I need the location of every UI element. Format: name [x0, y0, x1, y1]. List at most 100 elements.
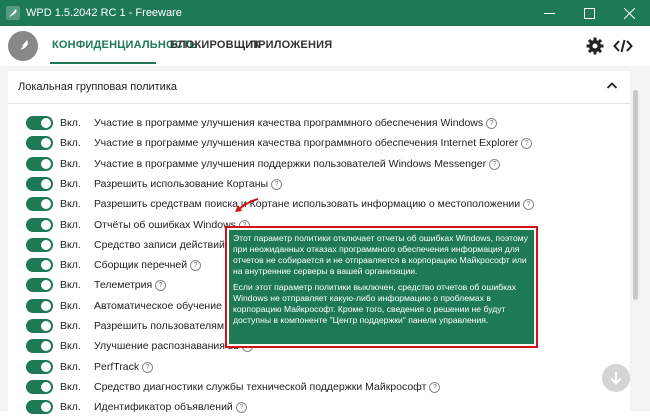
policy-toggle[interactable] — [26, 258, 53, 273]
help-circle-icon[interactable]: ? — [489, 158, 501, 170]
policy-label-text: Участие в программе улучшения поддержки … — [94, 157, 487, 170]
help-circle-icon[interactable]: ? — [271, 178, 283, 190]
toggle-state-label: Вкл. — [60, 360, 81, 373]
tooltip-body: Этот параметр политики отключает отчеты … — [229, 230, 534, 344]
active-tab-indicator — [50, 62, 156, 64]
policy-toggle[interactable] — [26, 136, 53, 151]
toggle-state-label: Вкл. — [60, 340, 81, 353]
tooltip-paragraph-2: Если этот параметр политики выключен, ср… — [233, 282, 517, 325]
maximize-button[interactable] — [570, 0, 610, 26]
policy-label: Идентификатор объявлений? — [94, 401, 247, 414]
policy-label-text: Средство записи действий — [94, 238, 225, 251]
policy-row: Вкл. Разрешить использование Кортаны? — [8, 175, 630, 195]
minimize-icon — [544, 13, 555, 14]
policy-label-text: Разрешить использование Кортаны — [94, 177, 269, 190]
policy-row: Вкл. Участие в программе улучшения качест… — [8, 134, 630, 154]
toggle-state-label: Вкл. — [60, 177, 81, 190]
toggle-state-label: Вкл. — [60, 157, 81, 170]
policy-toggle[interactable] — [26, 359, 53, 374]
policy-toggle[interactable] — [26, 217, 53, 232]
policy-label: Разрешить средствам поиска и Кортане исп… — [94, 198, 535, 211]
minimize-button[interactable] — [530, 0, 570, 26]
policy-label: Участие в программе улучшения качества п… — [94, 117, 498, 129]
policy-label: Разрешить использование Кортаны? — [94, 177, 283, 190]
policy-label-text: Идентификатор объявлений — [94, 401, 233, 414]
toggle-state-label: Вкл. — [60, 238, 81, 251]
toggle-state-label: Вкл. — [60, 279, 81, 292]
policy-row: Вкл. PerfTrack? — [8, 358, 630, 378]
section-title: Локальная групповая политика — [18, 81, 178, 93]
policy-row: Вкл. Разрешить средствам поиска и Кортане… — [8, 195, 630, 215]
section-header[interactable]: Локальная групповая политика — [8, 71, 630, 104]
policy-row: Вкл. Участие в программе улучшения поддер… — [8, 155, 630, 175]
policy-label: Средство записи действий? — [94, 239, 239, 251]
policy-toggle[interactable] — [26, 116, 53, 130]
policy-label-text: Телеметрия — [94, 279, 153, 292]
policy-toggle[interactable] — [26, 298, 53, 313]
help-circle-icon[interactable]: ? — [523, 199, 535, 211]
policy-toggle[interactable] — [26, 176, 53, 191]
maximize-icon — [584, 8, 595, 19]
toggle-state-label: Вкл. — [60, 218, 81, 231]
policy-row: Вкл. Идентификатор объявлений? — [8, 398, 630, 418]
help-tooltip: Этот параметр политики отключает отчеты … — [225, 226, 538, 348]
help-circle-icon[interactable]: ? — [190, 260, 202, 272]
policy-row: Вкл. Участие в программе улучшения качест… — [8, 114, 630, 134]
policy-label-text: Средство диагностики службы технической … — [94, 380, 427, 393]
toggle-state-label: Вкл. — [60, 198, 81, 211]
policy-row: Вкл. Средство диагностики службы техничес… — [8, 378, 630, 398]
chevron-up-icon[interactable] — [606, 80, 618, 92]
policy-label: Участие в программе улучшения качества п… — [94, 137, 533, 150]
policy-label-text: Разрешить средствам поиска и Кортане исп… — [94, 198, 521, 211]
feather-app-icon — [6, 6, 20, 20]
policy-label-text: Улучшение распознавания вв — [94, 340, 240, 353]
arrow-down-icon — [610, 372, 622, 385]
policy-label: Сборщик перечней? — [94, 259, 202, 272]
help-circle-icon[interactable]: ? — [155, 280, 167, 292]
policy-toggle[interactable] — [26, 156, 53, 171]
help-circle-icon[interactable]: ? — [429, 381, 441, 393]
gear-icon[interactable] — [585, 36, 605, 56]
policy-toggle[interactable] — [26, 237, 53, 252]
policy-label-text: Отчёты об ошибках Windows — [94, 218, 236, 231]
toggle-state-label: Вкл. — [60, 401, 81, 414]
feather-logo-icon — [8, 31, 38, 61]
tab-apps[interactable]: ПРИЛОЖЕНИЯ — [250, 39, 332, 51]
toggle-state-label: Вкл. — [60, 320, 81, 332]
policy-label: Телеметрия? — [94, 279, 167, 292]
close-icon — [624, 8, 635, 19]
close-button[interactable] — [610, 0, 650, 26]
policy-label: Средство диагностики службы технической … — [94, 380, 441, 393]
policy-label-text: PerfTrack — [94, 360, 140, 373]
policy-toggle[interactable] — [26, 379, 53, 394]
policy-label: PerfTrack? — [94, 360, 154, 373]
policy-toggle[interactable] — [26, 278, 53, 293]
policy-toggle[interactable] — [26, 339, 53, 354]
toggle-state-label: Вкл. — [60, 117, 81, 129]
policy-label-text: Разрешить пользователям вкл — [94, 320, 244, 332]
policy-label-text: Сборщик перечней — [94, 259, 188, 272]
toggle-state-label: Вкл. — [60, 299, 81, 312]
policy-label-text: Автоматическое обучение ра — [94, 299, 237, 312]
window-title: WPD 1.5.2042 RC 1 - Freeware — [26, 7, 182, 19]
main-toolbar: КОНФИДЕНЦИАЛЬНОСТЬ БЛОКИРОВЩИК ПРИЛОЖЕНИ… — [0, 26, 650, 66]
toggle-state-label: Вкл. — [60, 259, 81, 272]
scroll-down-button[interactable] — [602, 364, 630, 392]
scrollbar-thumb[interactable] — [633, 90, 638, 300]
toggle-state-label: Вкл. — [60, 137, 81, 150]
policy-toggle[interactable] — [26, 197, 53, 212]
policy-label: Участие в программе улучшения поддержки … — [94, 157, 501, 170]
help-circle-icon[interactable]: ? — [521, 138, 533, 150]
tooltip-paragraph-1: Этот параметр политики отключает отчеты … — [233, 233, 528, 276]
help-circle-icon[interactable]: ? — [486, 118, 498, 129]
scrollbar[interactable] — [630, 66, 642, 411]
policy-toggle[interactable] — [26, 400, 53, 415]
toggle-state-label: Вкл. — [60, 380, 81, 393]
code-icon[interactable] — [613, 36, 633, 56]
red-arrow-annotation — [235, 198, 259, 212]
policy-toggle[interactable] — [26, 319, 53, 333]
tab-blocker[interactable]: БЛОКИРОВЩИК — [170, 39, 260, 51]
help-circle-icon[interactable]: ? — [142, 361, 154, 373]
help-circle-icon[interactable]: ? — [235, 402, 247, 414]
title-bar: WPD 1.5.2042 RC 1 - Freeware — [0, 0, 650, 26]
